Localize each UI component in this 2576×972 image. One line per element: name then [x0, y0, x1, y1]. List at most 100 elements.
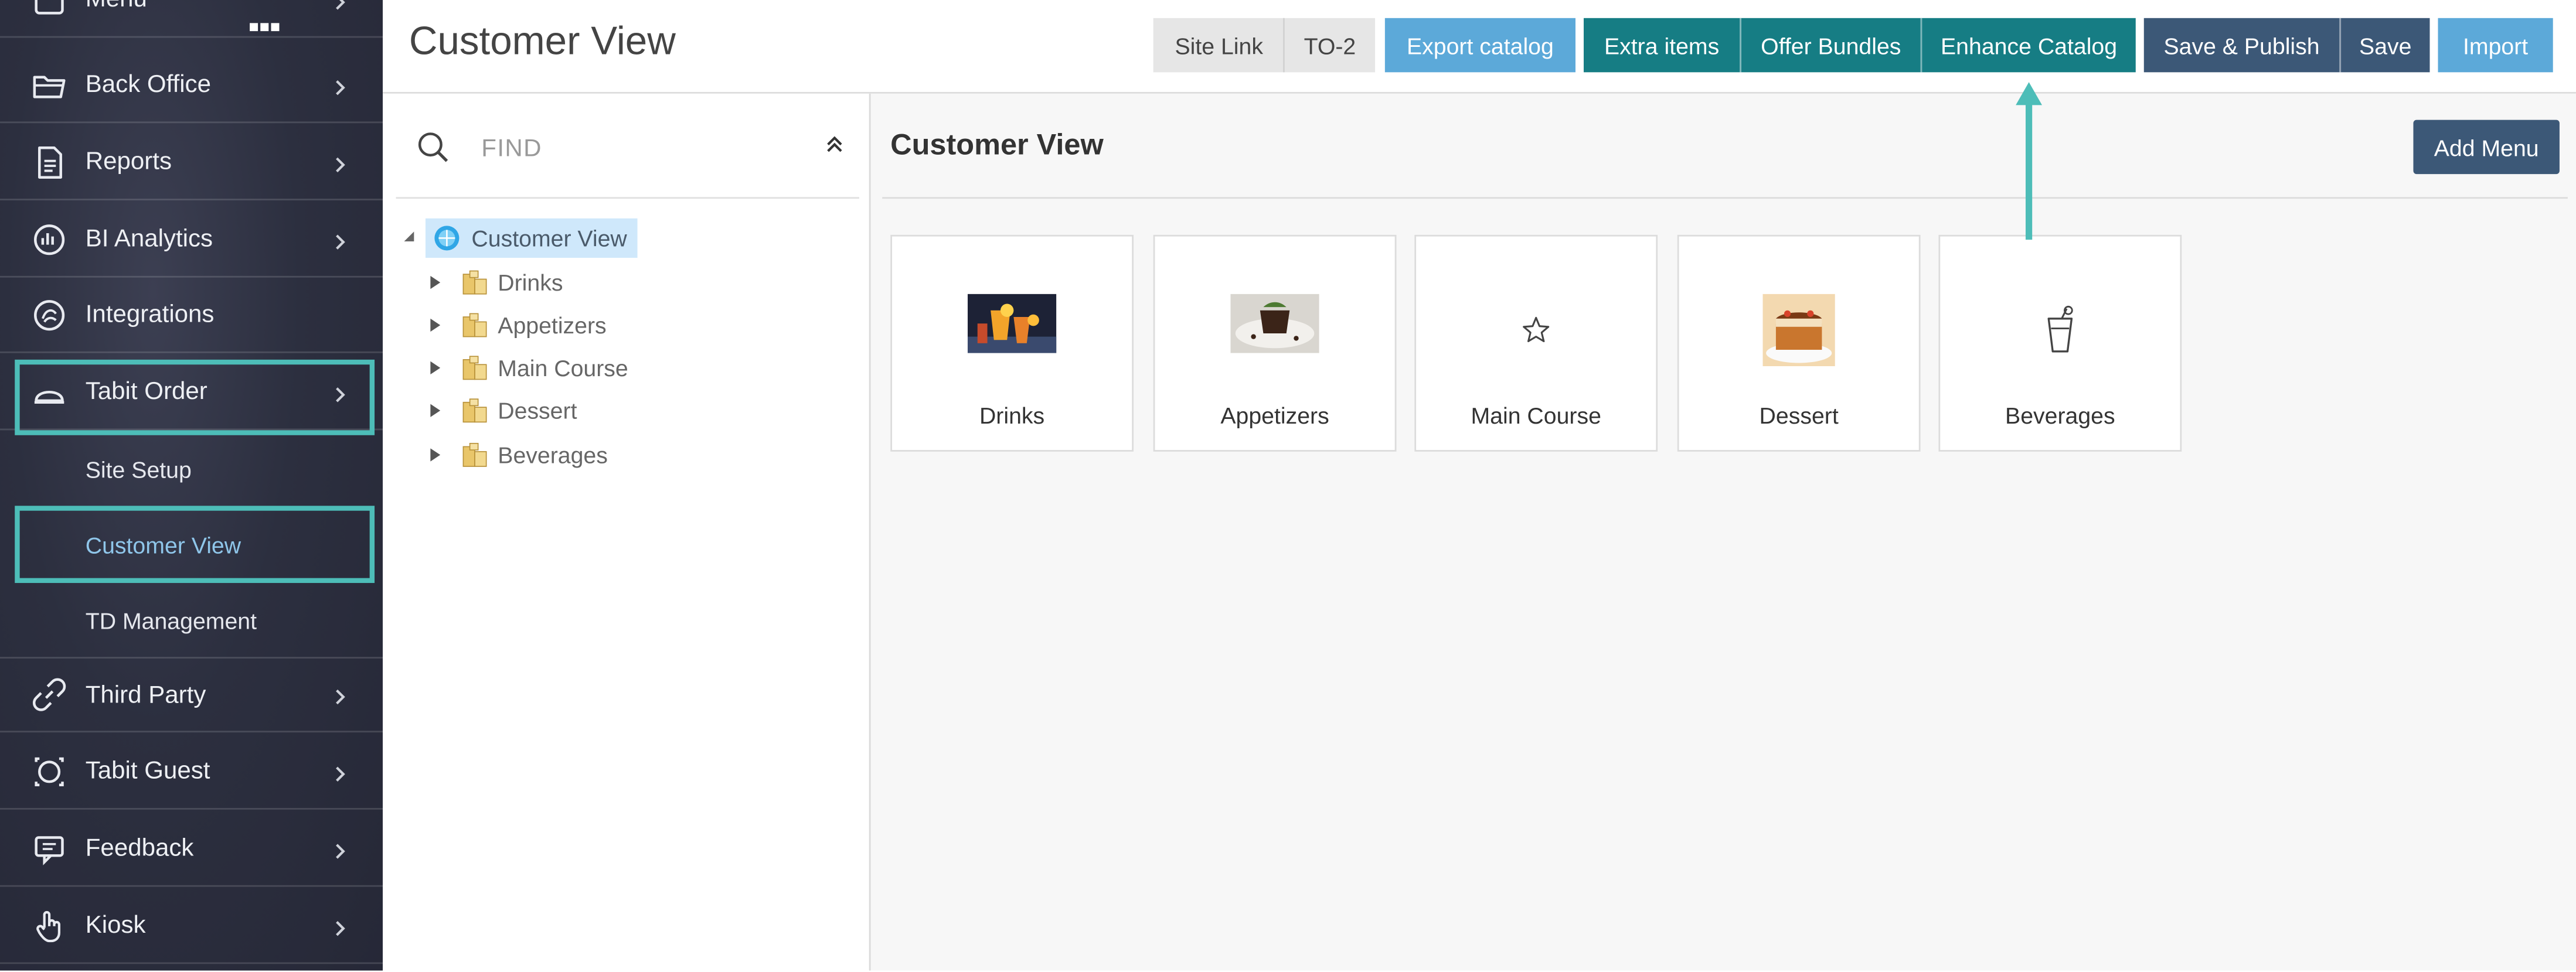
folder-icon	[31, 67, 67, 103]
sidebar-item-tabit-guest[interactable]: Tabit Guest	[0, 734, 383, 810]
tree-node-drinks[interactable]: Drinks	[426, 262, 563, 302]
menu-card-appetizers[interactable]: Appetizers	[1153, 234, 1397, 452]
tree-panel: Customer View Drinks Appetizers Main Cou…	[383, 93, 871, 971]
sidebar-subitem-label: Customer View	[85, 532, 241, 558]
save-publish-button[interactable]: Save & Publish	[2143, 18, 2340, 73]
double-chevron-up-icon[interactable]	[823, 133, 846, 156]
tree-node-label: Drinks	[498, 269, 563, 296]
caret-right-icon[interactable]	[429, 446, 442, 463]
sidebar-item-label: Tabit Order	[85, 377, 207, 406]
sidebar-item-label: Menu	[86, 0, 147, 13]
caret-right-icon[interactable]	[429, 274, 442, 291]
card-label: Drinks	[979, 402, 1045, 429]
caret-right-icon[interactable]	[429, 317, 442, 333]
link-icon	[31, 677, 67, 713]
sidebar-item-back-office[interactable]: Back Office	[0, 47, 383, 124]
sidebar: Menu Back Office Reports BI Analytic	[0, 0, 383, 971]
sidebar-item-feedback[interactable]: Feedback	[0, 811, 383, 887]
export-catalog-button[interactable]: Export catalog	[1384, 18, 1575, 73]
offer-bundles-button[interactable]: Offer Bundles	[1740, 18, 1921, 73]
integrations-icon	[31, 296, 67, 333]
sidebar-item-integrations[interactable]: Integrations	[0, 278, 383, 353]
extra-items-button[interactable]: Extra items	[1583, 18, 1740, 73]
import-button[interactable]: Import	[2438, 18, 2553, 73]
folder-tree-icon	[462, 356, 487, 380]
card-label: Appetizers	[1220, 402, 1329, 429]
folder-tree-icon	[462, 270, 487, 295]
sidebar-item-label: Integrations	[85, 300, 215, 329]
tree-node-dessert[interactable]: Dessert	[426, 391, 577, 430]
chevron-right-icon	[336, 766, 345, 781]
chevron-right-icon	[336, 386, 345, 402]
sidebar-item-label: Kiosk	[85, 911, 146, 940]
guest-icon	[31, 753, 67, 789]
caret-down-icon[interactable]	[403, 230, 416, 243]
sidebar-subitem-customer-view[interactable]: Customer View	[0, 507, 383, 583]
dots-icon	[250, 10, 280, 32]
page-title: Customer View	[409, 19, 676, 64]
appetizers-photo	[1230, 294, 1319, 353]
sidebar-item-third-party[interactable]: Third Party	[0, 657, 383, 733]
menu-card-dessert[interactable]: Dessert	[1677, 234, 1921, 452]
header: Customer View Site Link TO-2 Export cata…	[383, 0, 2576, 94]
analytics-icon	[31, 221, 67, 257]
sidebar-subitem-label: Site Setup	[85, 456, 192, 483]
app-root: Menu Back Office Reports BI Analytic	[0, 0, 2576, 971]
divider	[882, 197, 2568, 199]
menu-card-drinks[interactable]: Drinks	[890, 234, 1134, 452]
sidebar-item-menu[interactable]: Menu	[0, 0, 383, 38]
star-icon	[1523, 316, 1550, 342]
tree-node-label: Appetizers	[498, 312, 607, 339]
sidebar-subitem-label: TD Management	[85, 608, 257, 634]
sidebar-subitem-td-management[interactable]: TD Management	[0, 583, 383, 659]
caret-right-icon[interactable]	[429, 360, 442, 376]
touch-icon	[31, 908, 67, 944]
tree-root-label: Customer View	[471, 224, 627, 251]
feedback-icon	[31, 830, 67, 867]
find-row	[396, 94, 859, 199]
chevron-right-icon	[336, 234, 345, 249]
enhance-catalog-button[interactable]: Enhance Catalog	[1920, 18, 2136, 73]
card-label: Beverages	[2005, 402, 2115, 429]
site-link-button[interactable]: Site Link	[1153, 18, 1285, 73]
sidebar-item-bi-analytics[interactable]: BI Analytics	[0, 202, 383, 278]
card-label: Main Course	[1471, 402, 1601, 429]
chevron-right-icon	[336, 79, 345, 94]
search-icon	[418, 132, 448, 162]
menu-card-beverages[interactable]: Beverages	[1938, 234, 2182, 452]
to-2-button[interactable]: TO-2	[1283, 18, 1376, 73]
sidebar-item-label: Feedback	[85, 834, 194, 862]
tree-root-customer-view[interactable]: Customer View	[425, 218, 637, 258]
chevron-right-icon	[336, 156, 345, 172]
sidebar-subitem-site-setup[interactable]: Site Setup	[0, 432, 383, 507]
sidebar-item-kiosk[interactable]: Kiosk	[0, 888, 383, 964]
tree-node-label: Dessert	[498, 397, 577, 424]
add-menu-button[interactable]: Add Menu	[2413, 120, 2560, 175]
globe-icon	[434, 226, 460, 251]
main-content: Customer View Add Menu Drinks Appetizers…	[870, 93, 2576, 971]
dessert-photo	[1762, 294, 1835, 367]
sidebar-item-label: Third Party	[85, 680, 206, 709]
folder-tree-icon	[462, 313, 487, 337]
menu-card-main-course[interactable]: Main Course	[1414, 234, 1658, 452]
tree-node-appetizers[interactable]: Appetizers	[426, 305, 607, 345]
tree-node-label: Main Course	[498, 354, 628, 381]
save-button[interactable]: Save	[2339, 18, 2430, 73]
menu-icon	[31, 0, 67, 17]
sidebar-item-reports[interactable]: Reports	[0, 125, 383, 200]
sidebar-item-label: Reports	[85, 148, 172, 176]
chevron-right-icon	[336, 0, 345, 9]
sidebar-item-label: Back Office	[85, 70, 211, 99]
find-input[interactable]	[478, 126, 797, 169]
folder-tree-icon	[462, 442, 487, 467]
chevron-right-icon	[336, 843, 345, 858]
tree-node-beverages[interactable]: Beverages	[426, 435, 608, 475]
report-icon	[31, 144, 67, 180]
sidebar-item-label: BI Analytics	[85, 224, 213, 253]
card-label: Dessert	[1759, 402, 1839, 429]
tree-node-main-course[interactable]: Main Course	[426, 348, 628, 387]
caret-right-icon[interactable]	[429, 403, 442, 419]
sidebar-item-tabit-order[interactable]: Tabit Order	[0, 354, 383, 431]
main-title: Customer View	[890, 128, 1104, 161]
chevron-right-icon	[336, 689, 345, 705]
